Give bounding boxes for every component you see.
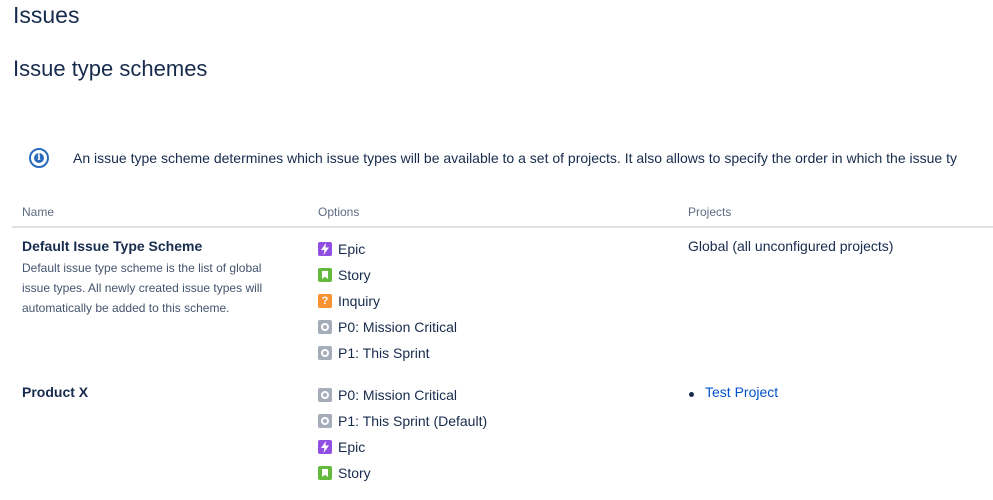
project-link[interactable]: Test Project (705, 384, 778, 400)
option-label: P1: This Sprint (Default) (338, 413, 488, 429)
column-header-options: Options (318, 205, 360, 219)
issue-type-option: ? Inquiry (318, 291, 380, 311)
page-title: Issues (13, 2, 80, 28)
option-label: Epic (338, 439, 366, 455)
generic-issue-icon (318, 320, 332, 334)
option-label: Story (338, 465, 371, 481)
option-label: Story (338, 267, 371, 283)
column-header-projects: Projects (688, 205, 732, 219)
epic-icon (318, 242, 332, 256)
issue-type-option: P1: This Sprint (Default) (318, 411, 487, 431)
issue-type-option: P1: This Sprint (318, 343, 430, 363)
story-icon (318, 466, 332, 480)
issue-type-option: P0: Mission Critical (318, 385, 457, 405)
inquiry-icon: ? (318, 294, 332, 308)
generic-issue-icon (318, 388, 332, 402)
scheme-name: Product X (22, 384, 89, 400)
epic-icon (318, 440, 332, 454)
issue-type-option: Epic (318, 239, 365, 259)
issue-type-option: P0: Mission Critical (318, 317, 457, 337)
info-message: i An issue type scheme determines which … (0, 138, 993, 178)
scheme-projects: Global (all unconfigured projects) (688, 238, 894, 254)
column-header-name: Name (22, 205, 55, 219)
scheme-name: Default Issue Type Scheme (22, 238, 203, 254)
option-label: P1: This Sprint (338, 345, 430, 361)
option-label: Epic (338, 241, 366, 257)
section-title: Issue type schemes (13, 56, 208, 81)
issue-type-option: Story (318, 463, 371, 483)
scheme-description: Default issue type scheme is the list of… (22, 261, 263, 315)
option-label: P0: Mission Critical (338, 319, 458, 335)
list-bullet (689, 392, 694, 397)
option-label: P0: Mission Critical (338, 387, 458, 403)
generic-issue-icon (318, 414, 332, 428)
issue-type-option: Story (318, 265, 371, 285)
story-icon (318, 268, 332, 282)
table-header-divider (12, 226, 993, 228)
issue-type-option: Epic (318, 437, 365, 457)
option-label: Inquiry (338, 293, 381, 309)
generic-issue-icon (318, 346, 332, 360)
info-text: An issue type scheme determines which is… (73, 150, 957, 166)
info-icon: i (29, 148, 49, 168)
